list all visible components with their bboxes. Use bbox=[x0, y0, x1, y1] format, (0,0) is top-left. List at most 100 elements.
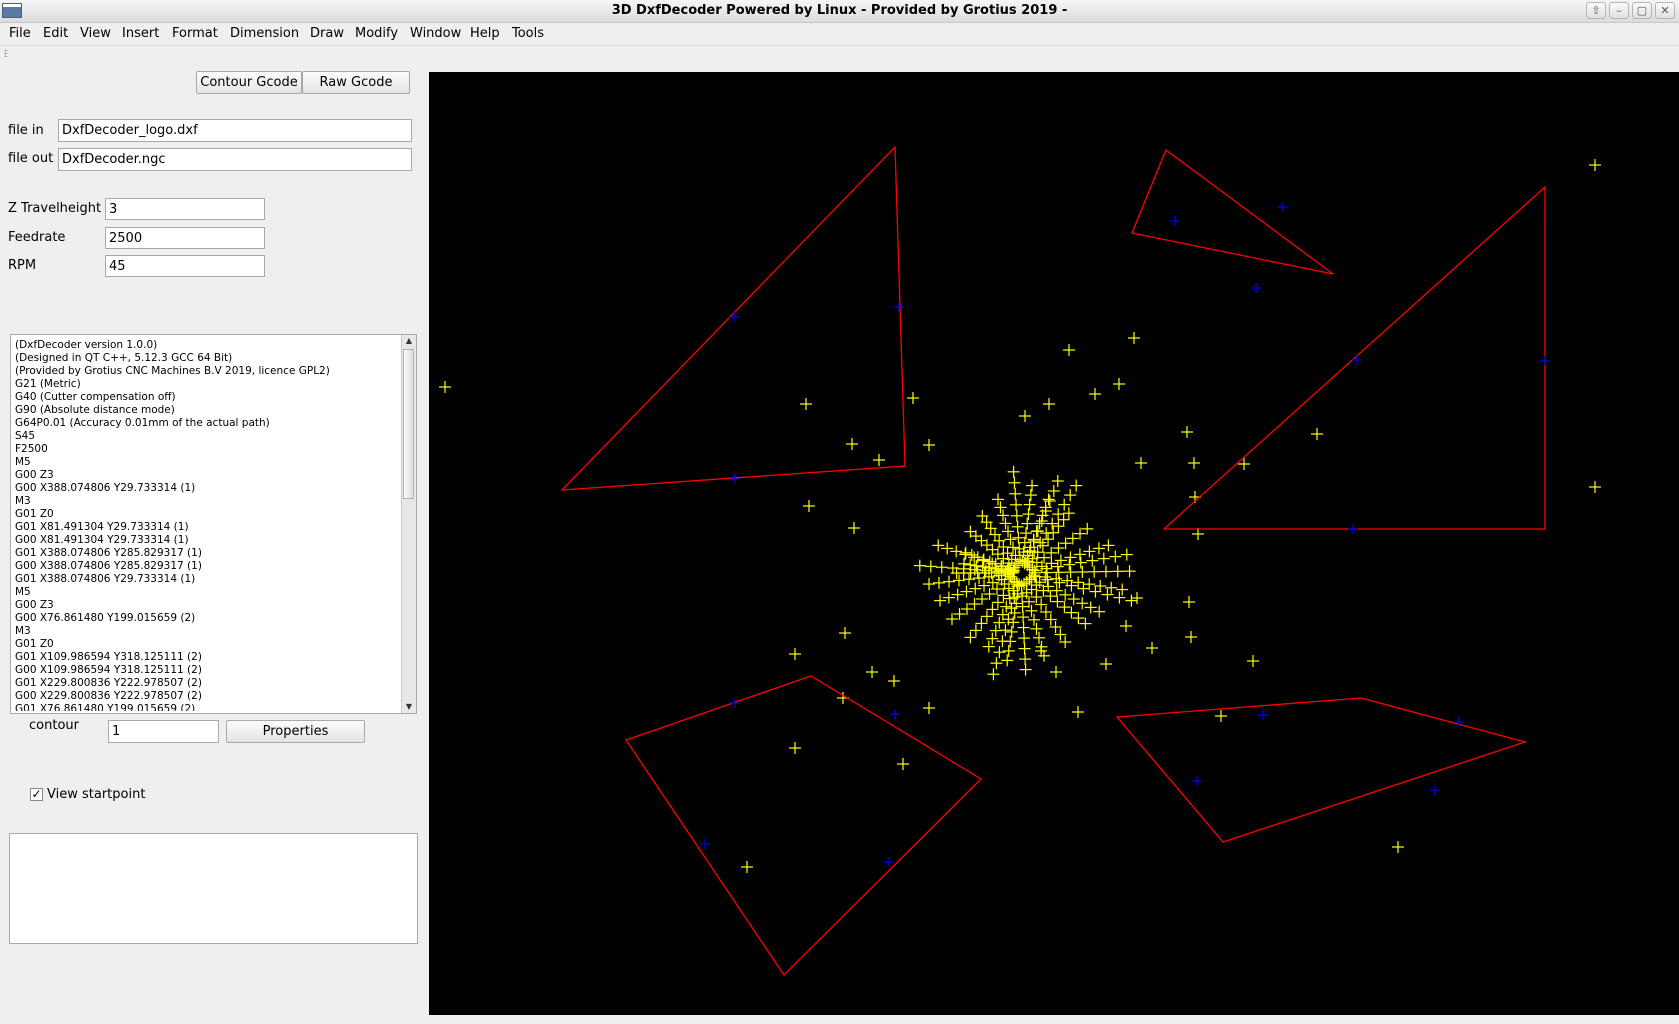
startpoint-marker bbox=[1010, 509, 1023, 522]
startpoint-marker bbox=[993, 646, 1006, 659]
startpoint-marker bbox=[932, 539, 945, 552]
startpoint-marker bbox=[1040, 527, 1053, 540]
startpoint-marker bbox=[1022, 508, 1035, 521]
startpoint-marker bbox=[907, 392, 919, 404]
contour-input[interactable] bbox=[108, 720, 219, 743]
window-title: 3D DxfDecoder Powered by Linux - Provide… bbox=[611, 3, 1068, 18]
menu-view[interactable]: View bbox=[80, 26, 111, 41]
gcode-line: G40 (Cutter compensation off) bbox=[15, 391, 176, 403]
menu-file[interactable]: File bbox=[9, 26, 31, 41]
menu-bar: File Edit View Insert Format Dimension D… bbox=[0, 23, 1679, 45]
startpoint-marker bbox=[1019, 653, 1032, 666]
startpoint-marker bbox=[1109, 550, 1122, 563]
file-out-input[interactable] bbox=[58, 148, 412, 171]
z-travelheight-input[interactable] bbox=[105, 198, 265, 220]
startpoint-marker bbox=[1123, 565, 1136, 578]
startpoint-marker bbox=[1111, 565, 1124, 578]
menu-tools[interactable]: Tools bbox=[512, 26, 544, 41]
startpoint-marker bbox=[1192, 528, 1204, 540]
gcode-output-textarea[interactable]: (DxfDecoder version 1.0.0) (Designed in Q… bbox=[10, 334, 417, 714]
startpoint-marker bbox=[1054, 628, 1067, 641]
view-startpoint-checkbox[interactable]: ✓ bbox=[30, 788, 43, 801]
startpoint-marker bbox=[789, 742, 801, 754]
startpoint-marker bbox=[946, 613, 958, 625]
startpoint-marker bbox=[1043, 398, 1055, 410]
startpoint-marker bbox=[1005, 625, 1018, 638]
contour-gcode-button[interactable]: Contour Gcode bbox=[196, 71, 302, 94]
gcode-line: F2500 bbox=[15, 443, 48, 455]
startpoint-marker bbox=[943, 575, 955, 588]
title-bar: 3D DxfDecoder Powered by Linux - Provide… bbox=[0, 0, 1679, 23]
startpoint-marker bbox=[1044, 613, 1057, 626]
close-icon[interactable]: ✕ bbox=[1655, 2, 1675, 19]
scroll-down-icon[interactable]: ▼ bbox=[402, 701, 416, 713]
startpoint-marker bbox=[1072, 612, 1085, 625]
contour-path[interactable] bbox=[1131, 148, 1334, 275]
gcode-line: G00 X109.986594 Y318.125111 (2) bbox=[15, 664, 202, 676]
startpoint-marker bbox=[1089, 388, 1101, 400]
startpoint-marker bbox=[986, 632, 999, 645]
contour-path[interactable] bbox=[1162, 185, 1546, 530]
properties-button[interactable]: Properties bbox=[226, 720, 365, 743]
startpoint-marker bbox=[994, 501, 1007, 514]
menu-edit[interactable]: Edit bbox=[43, 26, 68, 41]
startpoint-marker bbox=[1018, 642, 1031, 655]
startpoint-marker bbox=[983, 588, 996, 600]
file-in-input[interactable] bbox=[58, 119, 412, 142]
startpoint-marker bbox=[975, 617, 988, 630]
gcode-scrollbar[interactable]: ▲ ▼ bbox=[401, 335, 416, 713]
minimize-icon[interactable]: – bbox=[1609, 2, 1629, 19]
contour-path[interactable] bbox=[624, 675, 983, 977]
startpoint-marker bbox=[839, 627, 851, 639]
gcode-line: G00 Z3 bbox=[15, 469, 54, 481]
startpoint-marker bbox=[1083, 545, 1096, 558]
startpoint-marker bbox=[1183, 596, 1195, 608]
startpoint-marker bbox=[1120, 548, 1133, 561]
startpoint-marker bbox=[1058, 601, 1071, 614]
startpoint-marker bbox=[897, 758, 909, 770]
startpoint-marker bbox=[1088, 565, 1101, 578]
rpm-input[interactable] bbox=[105, 255, 265, 277]
startpoint-marker bbox=[803, 500, 815, 512]
startpoint-marker bbox=[1188, 457, 1200, 469]
startpoint-marker bbox=[986, 603, 999, 616]
startpoint-marker bbox=[1057, 513, 1070, 526]
toolbar-grip-icon[interactable] bbox=[4, 49, 8, 57]
raw-gcode-button[interactable]: Raw Gcode bbox=[302, 71, 410, 94]
shade-icon[interactable]: ⇧ bbox=[1586, 2, 1606, 19]
midpoint-marker bbox=[1430, 785, 1440, 795]
midpoint-marker bbox=[890, 709, 900, 719]
gcode-line: G00 X388.074806 Y285.829317 (1) bbox=[15, 560, 202, 572]
maximize-icon[interactable]: ▢ bbox=[1632, 2, 1652, 19]
z-travelheight-label: Z Travelheight bbox=[8, 201, 102, 216]
startpoint-marker bbox=[1311, 428, 1323, 440]
scroll-up-icon[interactable]: ▲ bbox=[402, 335, 416, 347]
menu-help[interactable]: Help bbox=[470, 26, 500, 41]
menu-format[interactable]: Format bbox=[172, 26, 218, 41]
feedrate-input[interactable] bbox=[105, 227, 265, 249]
menu-draw[interactable]: Draw bbox=[310, 26, 344, 41]
menu-insert[interactable]: Insert bbox=[122, 26, 159, 41]
startpoint-marker bbox=[1002, 644, 1015, 657]
gcode-line: (DxfDecoder version 1.0.0) bbox=[15, 339, 158, 351]
message-output-box[interactable] bbox=[9, 833, 418, 944]
scroll-thumb[interactable] bbox=[403, 349, 414, 499]
startpoint-marker bbox=[924, 560, 937, 573]
window-controls: ⇧ – ▢ ✕ bbox=[1586, 2, 1675, 19]
midpoint-marker bbox=[894, 302, 904, 312]
startpoint-marker bbox=[1092, 542, 1105, 555]
startpoint-marker bbox=[992, 493, 1004, 506]
menu-window[interactable]: Window bbox=[410, 26, 461, 41]
menu-modify[interactable]: Modify bbox=[355, 26, 398, 41]
startpoint-marker bbox=[968, 598, 981, 610]
startpoint-marker bbox=[1072, 576, 1085, 589]
startpoint-marker bbox=[1589, 481, 1601, 493]
startpoint-marker bbox=[1079, 617, 1092, 630]
startpoint-marker bbox=[996, 635, 1009, 648]
menu-dimension[interactable]: Dimension bbox=[230, 26, 299, 41]
startpoint-marker bbox=[1046, 517, 1059, 530]
startpoint-marker bbox=[977, 554, 990, 567]
dxf-viewport[interactable] bbox=[429, 72, 1679, 1015]
contour-path[interactable] bbox=[1115, 697, 1528, 843]
dxf-drawing-canvas[interactable] bbox=[429, 72, 1679, 1015]
